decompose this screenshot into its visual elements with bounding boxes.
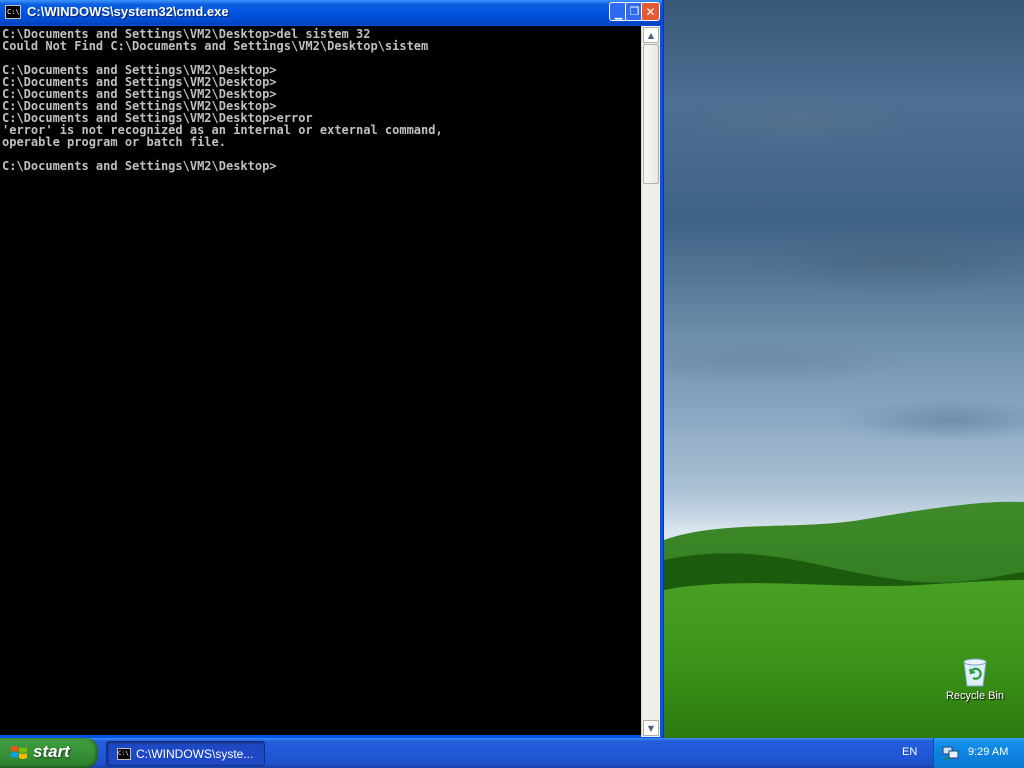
language-indicator[interactable]: EN [902, 746, 917, 758]
cmd-icon[interactable]: C:\ [5, 5, 21, 19]
cmd-icon: C:\ [117, 748, 131, 760]
console-line: operable program or batch file. [2, 135, 226, 149]
taskbar-item-cmd[interactable]: C:\ C:\WINDOWS\syste... [106, 741, 265, 766]
arrow-up-icon: ▲ [647, 30, 655, 40]
arrow-down-icon: ▼ [647, 723, 655, 733]
console-text: C:\Documents and Settings\VM2\Desktop>de… [0, 26, 641, 172]
windows-logo-icon [11, 746, 27, 759]
recycle-bin-icon [963, 658, 987, 687]
vertical-scrollbar[interactable]: ▲ ▼ [641, 26, 660, 737]
taskbar-item-label: C:\WINDOWS\syste... [136, 747, 254, 761]
window-titlebar[interactable]: C:\ C:\WINDOWS\system32\cmd.exe ▁ ❐ ✕ [0, 0, 662, 25]
scroll-thumb[interactable] [643, 44, 659, 184]
system-tray: 9:29 AM [933, 738, 1024, 768]
start-button[interactable]: start [0, 738, 98, 768]
minimize-icon: ▁ [614, 9, 623, 20]
console-output[interactable]: C:\Documents and Settings\VM2\Desktop>de… [0, 26, 641, 735]
clock: 9:29 AM [968, 746, 1009, 758]
cmd-window: C:\ C:\WINDOWS\system32\cmd.exe ▁ ❐ ✕ C:… [0, 0, 664, 738]
start-label: start [33, 742, 70, 761]
restore-icon: ❐ [629, 5, 640, 18]
console-line: C:\Documents and Settings\VM2\Desktop> [2, 159, 277, 173]
console-line: Could Not Find C:\Documents and Settings… [2, 39, 429, 53]
window-title: C:\WINDOWS\system32\cmd.exe [27, 4, 229, 19]
recycle-bin-desktop-icon[interactable]: Recycle Bin [940, 656, 1010, 702]
recycle-bin-label: Recycle Bin [945, 690, 1005, 702]
taskbar: start C:\ C:\WINDOWS\syste... EN 9:29 AM [0, 738, 1024, 768]
close-icon: ✕ [645, 4, 656, 19]
scroll-down-button[interactable]: ▼ [643, 720, 659, 736]
close-button[interactable]: ✕ [641, 2, 660, 21]
scroll-up-button[interactable]: ▲ [643, 27, 659, 43]
network-icon[interactable] [942, 745, 960, 761]
